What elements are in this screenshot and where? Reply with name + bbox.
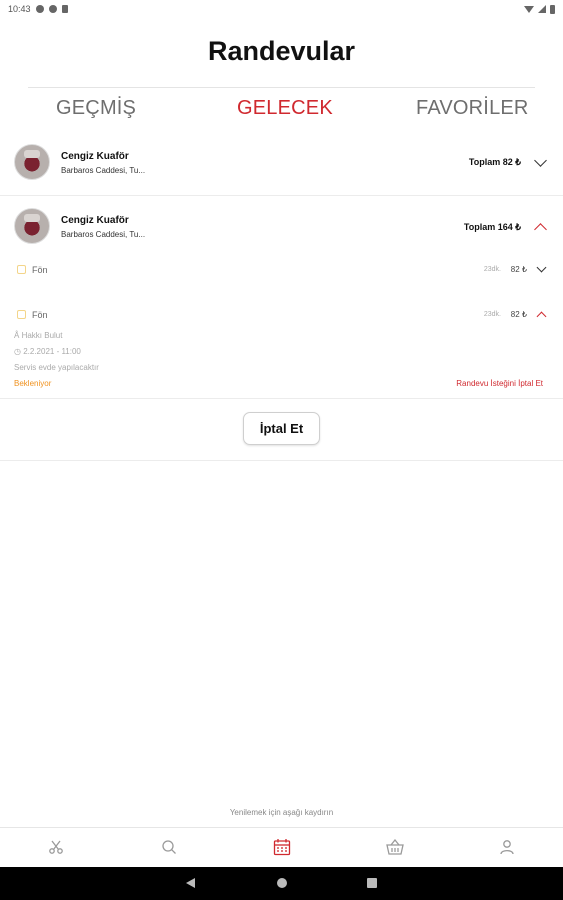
service-icon — [17, 265, 26, 274]
total-price: Toplam 164 ₺ — [463, 222, 521, 232]
service-duration: 23dk. — [483, 311, 501, 318]
appointment-card[interactable]: Cengiz Kuaför Barbaros Caddesi, Tu... To… — [0, 136, 563, 196]
divider — [0, 398, 563, 399]
service-name: Fön — [32, 310, 48, 320]
system-nav-bar — [0, 867, 563, 900]
shop-avatar — [14, 144, 50, 180]
page-title: Randevular — [207, 36, 356, 66]
chevron-down-icon[interactable] — [536, 262, 547, 273]
service-row[interactable]: Fön 23dk. 82 ₺ — [0, 258, 563, 284]
status-badge: Bekleniyor — [14, 379, 52, 388]
service-price: 82 ₺ — [510, 310, 527, 319]
recent-apps-icon[interactable] — [367, 878, 377, 888]
tab-bar: GEÇMİŞ GELECEK FAVORİLER — [0, 97, 563, 127]
basket-icon[interactable] — [384, 836, 406, 858]
sd-card-icon — [61, 5, 68, 13]
tab-past[interactable]: GEÇMİŞ — [56, 97, 136, 120]
service-row[interactable]: Fön 23dk. 82 ₺ — [0, 303, 563, 329]
shop-address: Barbaros Caddesi, Tu... — [61, 166, 146, 175]
profile-icon[interactable] — [496, 836, 518, 858]
bottom-nav — [0, 827, 563, 867]
shop-address: Barbaros Caddesi, Tu... — [61, 230, 146, 239]
cancel-appointment-button[interactable]: İptal Et — [243, 412, 320, 445]
notification-icon — [35, 5, 44, 13]
chevron-down-icon[interactable] — [534, 154, 547, 167]
wifi-icon — [524, 5, 534, 13]
total-price: Toplam 82 ₺ — [468, 157, 521, 167]
chevron-up-icon[interactable] — [534, 223, 547, 236]
service-duration: 23dk. — [483, 266, 501, 273]
status-bar: 10:43 — [0, 0, 563, 18]
search-icon[interactable] — [158, 836, 180, 858]
person-icon: Å — [14, 331, 22, 340]
shop-name: Cengiz Kuaför — [61, 151, 129, 162]
divider — [28, 87, 535, 88]
divider — [0, 195, 563, 196]
notification-icon — [48, 5, 57, 13]
shop-name: Cengiz Kuaför — [61, 215, 129, 226]
tab-favorites[interactable]: FAVORİLER — [416, 97, 529, 120]
service-note: Servis evde yapılacaktır — [14, 363, 99, 372]
clock-icon: ◷ — [14, 347, 24, 356]
back-icon[interactable] — [186, 878, 195, 888]
divider — [0, 460, 563, 461]
staff-row: Å Hakkı Bulut — [14, 331, 62, 340]
scissors-icon[interactable] — [45, 836, 67, 858]
battery-icon — [550, 4, 555, 14]
datetime-row: ◷ 2.2.2021 - 11:00 — [14, 347, 81, 356]
appointment-card[interactable]: Cengiz Kuaför Barbaros Caddesi, Tu... To… — [0, 200, 563, 260]
cancel-request-link[interactable]: Randevu İsteğini İptal Et — [456, 379, 543, 388]
chevron-up-icon[interactable] — [536, 311, 547, 322]
service-name: Fön — [32, 265, 48, 275]
tab-upcoming[interactable]: GELECEK — [237, 97, 333, 120]
staff-name: Hakkı Bulut — [21, 331, 63, 340]
service-icon — [17, 310, 26, 319]
status-time: 10:43 — [8, 4, 31, 14]
refresh-hint: Yenilemek için aşağı kaydırın — [229, 808, 334, 817]
home-icon[interactable] — [277, 878, 287, 888]
calendar-icon[interactable] — [271, 836, 293, 858]
service-price: 82 ₺ — [510, 265, 527, 274]
shop-avatar — [14, 208, 50, 244]
signal-icon — [538, 5, 546, 13]
appointment-datetime: 2.2.2021 - 11:00 — [23, 347, 81, 356]
